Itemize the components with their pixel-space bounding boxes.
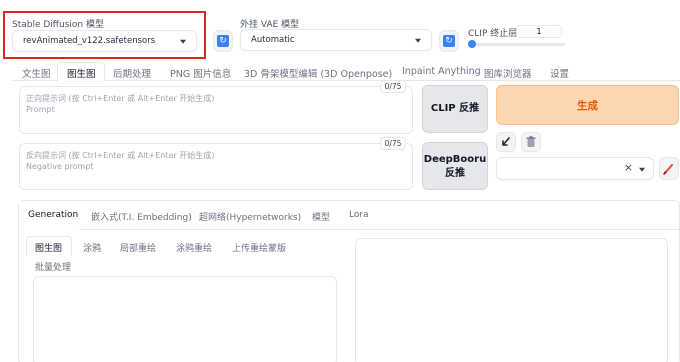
- deepbooru-interrogate-button[interactable]: DeepBooru 反推: [422, 142, 488, 190]
- chevron-down-icon: [639, 167, 645, 172]
- generate-label: 生成: [577, 100, 598, 112]
- tab-img2img[interactable]: 图生图: [67, 66, 96, 80]
- refresh-icon: ↻: [217, 35, 229, 47]
- tab-png-info[interactable]: PNG 图片信息: [170, 66, 231, 80]
- refresh-icon: ↻: [443, 35, 455, 47]
- tab-inpaint-upload[interactable]: 上传重绘蒙版: [232, 241, 286, 254]
- prompt-textarea[interactable]: 正向提示词 (按 Ctrl+Enter 或 Alt+Enter 开始生成) Pr…: [19, 86, 413, 134]
- deepbooru-label-cn: 反推: [445, 168, 465, 179]
- clip-interrogate-button[interactable]: CLIP 反推: [422, 85, 488, 133]
- clip-value: 1: [536, 27, 542, 36]
- tab-img2img-mode[interactable]: 图生图: [35, 241, 62, 254]
- vae-select[interactable]: Automatic: [240, 29, 432, 51]
- model-select-value: revAnimated_v122.safetensors: [23, 36, 156, 46]
- prompt-placeholder-en: Prompt: [26, 105, 55, 114]
- pencil-icon: [663, 164, 673, 175]
- tab-inpaint-sketch[interactable]: 涂鸦重绘: [176, 241, 212, 254]
- arrow-icon: [502, 137, 510, 146]
- clip-number-input[interactable]: 1: [516, 25, 562, 38]
- trash-icon: [526, 136, 536, 147]
- tab-txt2img[interactable]: 文生图: [22, 66, 51, 80]
- edit-styles-button[interactable]: [659, 157, 679, 180]
- tab-hypernetworks[interactable]: 超网络(Hypernetworks): [199, 210, 301, 223]
- tab-3d-openpose[interactable]: 3D 骨架模型编辑 (3D Openpose): [244, 66, 392, 80]
- model-refresh-button[interactable]: ↻: [213, 30, 233, 52]
- tab-textual-inversion[interactable]: 嵌入式(T.I. Embedding): [91, 210, 192, 223]
- tab-lora[interactable]: Lora: [349, 210, 369, 220]
- vae-select-value: Automatic: [251, 35, 295, 45]
- model-select[interactable]: revAnimated_v122.safetensors: [12, 30, 197, 52]
- negative-prompt-textarea[interactable]: 反向提示词 (按 Ctrl+Enter 或 Alt+Enter 开始生成) Ne…: [19, 143, 413, 190]
- tab-settings[interactable]: 设置: [550, 66, 569, 80]
- clip-interrogate-label: CLIP 反推: [430, 103, 480, 114]
- model-label: Stable Diffusion 模型: [12, 20, 104, 30]
- paste-params-button[interactable]: [496, 132, 516, 152]
- vae-refresh-button[interactable]: ↻: [439, 30, 459, 52]
- image-upload-area[interactable]: [33, 276, 337, 362]
- negative-prompt-placeholder-en: Negative prompt: [26, 162, 94, 171]
- output-gallery: [355, 238, 668, 362]
- chevron-down-icon: [180, 39, 186, 44]
- tab-generation[interactable]: Generation: [28, 210, 78, 220]
- deepbooru-label: DeepBooru: [423, 154, 487, 165]
- styles-select[interactable]: ×: [496, 157, 654, 180]
- tab-inpaint-anything[interactable]: Inpaint Anything: [402, 66, 481, 77]
- negative-prompt-placeholder: 反向提示词 (按 Ctrl+Enter 或 Alt+Enter 开始生成): [26, 151, 215, 160]
- extra-tabs-divider: [18, 229, 680, 230]
- main-tabs-divider: [12, 80, 680, 81]
- clip-slider-track[interactable]: [470, 43, 565, 46]
- negative-prompt-token-counter: 0/75: [380, 137, 406, 150]
- tab-sketch[interactable]: 涂鸦: [83, 241, 101, 254]
- clip-slider-thumb[interactable]: [468, 40, 476, 48]
- tab-batch[interactable]: 批量处理: [35, 260, 71, 273]
- tab-image-browser[interactable]: 图库浏览器: [484, 66, 532, 80]
- prompt-token-counter: 0/75: [380, 80, 406, 93]
- tab-checkpoints[interactable]: 模型: [312, 210, 330, 223]
- prompt-placeholder: 正向提示词 (按 Ctrl+Enter 或 Alt+Enter 开始生成): [26, 94, 215, 103]
- tab-extras[interactable]: 后期处理: [113, 66, 151, 80]
- clear-icon[interactable]: ×: [624, 161, 633, 174]
- generate-button[interactable]: 生成: [496, 85, 679, 125]
- clear-prompt-button[interactable]: [521, 132, 541, 152]
- tab-inpaint[interactable]: 局部重绘: [120, 241, 156, 254]
- chevron-down-icon: [415, 38, 421, 43]
